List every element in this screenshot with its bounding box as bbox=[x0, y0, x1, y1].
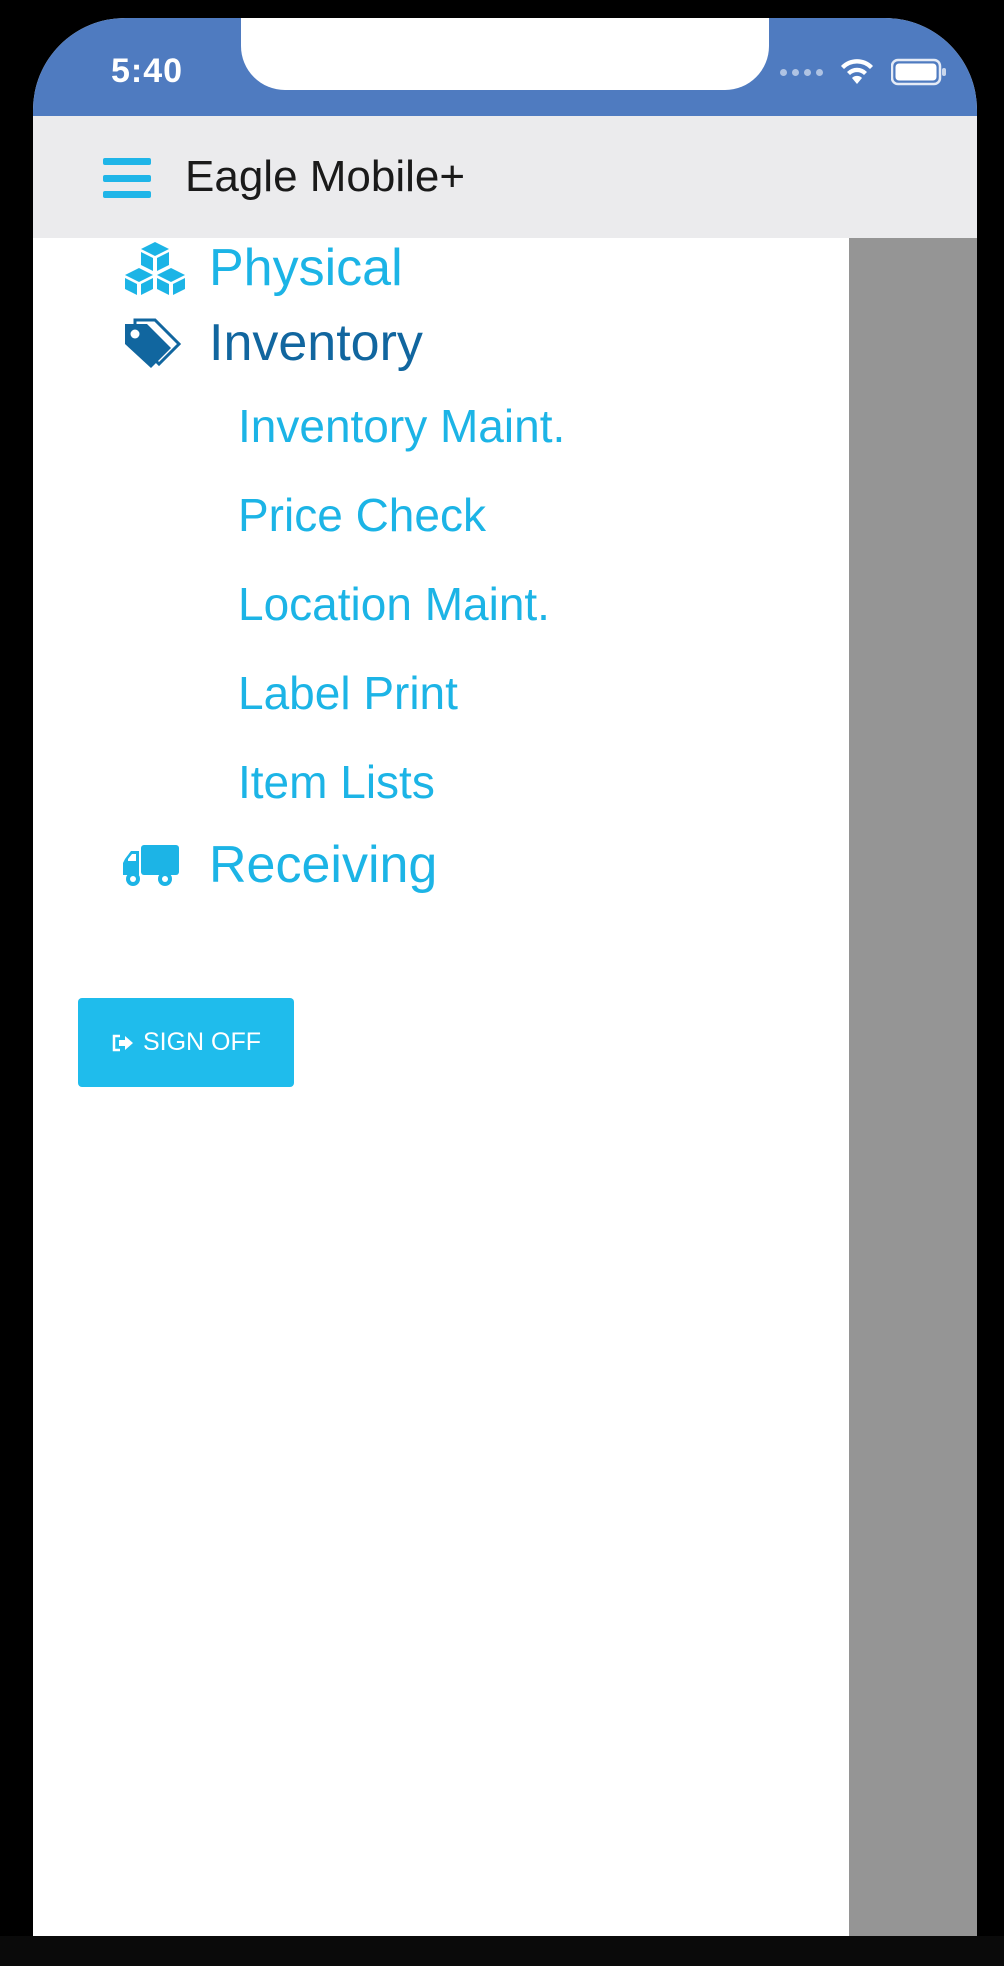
menu-item-receiving[interactable]: Receiving bbox=[121, 835, 437, 895]
sign-out-icon bbox=[111, 1033, 135, 1053]
submenu-item-price-check[interactable]: Price Check bbox=[238, 488, 486, 542]
app-header: Eagle Mobile+ bbox=[33, 116, 977, 238]
wifi-icon bbox=[841, 59, 873, 84]
hamburger-menu-icon[interactable] bbox=[103, 158, 151, 198]
menu-item-physical[interactable]: Physical bbox=[121, 238, 403, 298]
menu-item-label: Inventory bbox=[209, 314, 423, 372]
menu-item-label: Physical bbox=[209, 239, 403, 297]
drawer-backdrop[interactable] bbox=[849, 238, 977, 1936]
sign-off-label: SIGN OFF bbox=[142, 1028, 262, 1056]
status-time: 5:40 bbox=[111, 52, 184, 90]
notch bbox=[241, 18, 769, 90]
battery-icon bbox=[891, 58, 946, 86]
cubes-icon bbox=[121, 238, 193, 298]
home-indicator-area bbox=[0, 1936, 1004, 1966]
app-title: Eagle Mobile+ bbox=[185, 152, 466, 201]
menu-item-label: Receiving bbox=[209, 836, 438, 894]
submenu-item-inventory-maint[interactable]: Inventory Maint. bbox=[238, 399, 565, 453]
navigation-drawer: Physical Inventory Inventory Maint. Pric… bbox=[33, 238, 849, 1936]
menu-item-inventory[interactable]: Inventory bbox=[121, 313, 423, 373]
submenu-item-location-maint[interactable]: Location Maint. bbox=[238, 577, 550, 631]
tags-icon bbox=[121, 313, 193, 373]
status-bar: 5:40 bbox=[33, 18, 977, 116]
submenu-item-item-lists[interactable]: Item Lists bbox=[238, 755, 435, 809]
submenu-item-label-print[interactable]: Label Print bbox=[238, 666, 458, 720]
phone-screen: 5:40 Eagle Mobile+ Physical Inventory In… bbox=[33, 18, 977, 1936]
truck-icon bbox=[121, 835, 193, 895]
signal-dots-icon bbox=[780, 68, 823, 76]
status-icons bbox=[780, 58, 947, 86]
sign-off-button[interactable]: SIGN OFF bbox=[78, 998, 294, 1087]
